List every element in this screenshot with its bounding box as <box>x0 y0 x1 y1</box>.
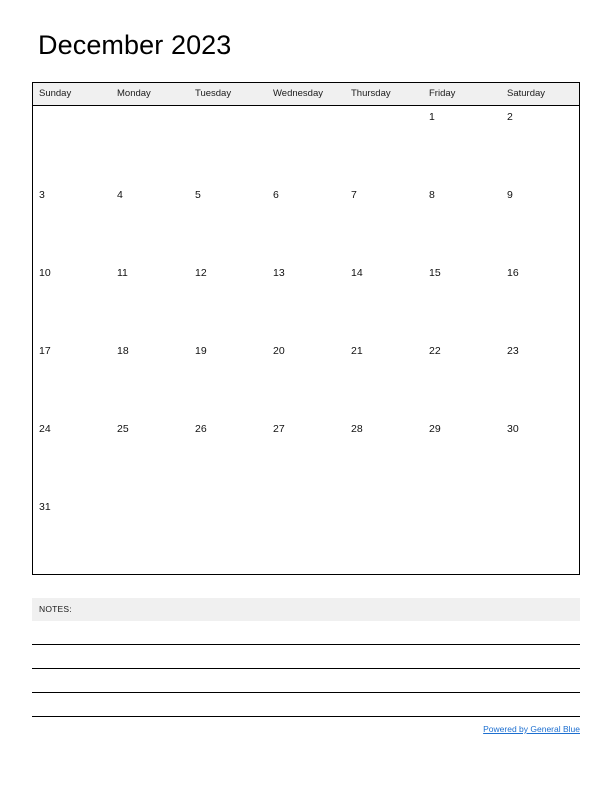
day-cell[interactable]: 4 <box>111 184 189 262</box>
day-cell[interactable] <box>501 496 579 574</box>
calendar-page: December 2023 Sunday Monday Tuesday Wedn… <box>0 0 612 792</box>
notes-lines <box>32 621 580 717</box>
day-cell[interactable] <box>33 106 111 184</box>
powered-by-link[interactable]: Powered by General Blue <box>483 724 580 734</box>
week-row: 3 4 5 6 7 8 9 <box>33 184 579 262</box>
week-row: 24 25 26 27 28 29 30 <box>33 418 579 496</box>
day-cell[interactable] <box>267 496 345 574</box>
day-cell[interactable]: 10 <box>33 262 111 340</box>
day-cell[interactable]: 14 <box>345 262 423 340</box>
day-cell[interactable]: 25 <box>111 418 189 496</box>
week-row: 17 18 19 20 21 22 23 <box>33 340 579 418</box>
day-cell[interactable]: 30 <box>501 418 579 496</box>
day-cell[interactable]: 17 <box>33 340 111 418</box>
weekday-header-sunday: Sunday <box>39 88 72 99</box>
day-cell[interactable]: 16 <box>501 262 579 340</box>
notes-line[interactable] <box>32 621 580 645</box>
weekday-header-wednesday: Wednesday <box>273 88 323 99</box>
weekday-header-thursday: Thursday <box>351 88 391 99</box>
day-cell[interactable]: 18 <box>111 340 189 418</box>
weekday-header-friday: Friday <box>429 88 456 99</box>
week-row: 1 2 <box>33 106 579 184</box>
day-cell[interactable]: 2 <box>501 106 579 184</box>
day-cell[interactable]: 22 <box>423 340 501 418</box>
notes-header-bar: NOTES: <box>32 598 580 621</box>
day-cell[interactable] <box>345 106 423 184</box>
weekday-header-monday: Monday <box>117 88 151 99</box>
day-cell[interactable]: 26 <box>189 418 267 496</box>
day-cell[interactable] <box>111 106 189 184</box>
day-cell[interactable] <box>111 496 189 574</box>
day-cell[interactable]: 7 <box>345 184 423 262</box>
day-cell[interactable]: 1 <box>423 106 501 184</box>
notes-line[interactable] <box>32 645 580 669</box>
day-cell[interactable]: 3 <box>33 184 111 262</box>
page-title: December 2023 <box>38 30 232 60</box>
weekday-header-tuesday: Tuesday <box>195 88 232 99</box>
week-row: 10 11 12 13 14 15 16 <box>33 262 579 340</box>
day-cell[interactable] <box>189 106 267 184</box>
day-cell[interactable]: 13 <box>267 262 345 340</box>
day-cell[interactable] <box>423 496 501 574</box>
day-cell[interactable]: 27 <box>267 418 345 496</box>
day-cell[interactable] <box>345 496 423 574</box>
day-cell[interactable]: 12 <box>189 262 267 340</box>
day-cell[interactable]: 19 <box>189 340 267 418</box>
day-cell[interactable] <box>189 496 267 574</box>
day-cell[interactable]: 21 <box>345 340 423 418</box>
week-row: 31 <box>33 496 579 574</box>
day-cell[interactable]: 20 <box>267 340 345 418</box>
day-cell[interactable]: 23 <box>501 340 579 418</box>
footer: Powered by General Blue <box>32 719 580 737</box>
day-cell[interactable]: 31 <box>33 496 111 574</box>
day-cell[interactable]: 5 <box>189 184 267 262</box>
notes-label: NOTES: <box>39 604 72 614</box>
notes-line[interactable] <box>32 669 580 693</box>
weekday-header-row: Sunday Monday Tuesday Wednesday Thursday… <box>33 83 579 106</box>
day-cell[interactable]: 8 <box>423 184 501 262</box>
day-cell[interactable]: 28 <box>345 418 423 496</box>
day-cell[interactable] <box>267 106 345 184</box>
weekday-header-saturday: Saturday <box>507 88 546 99</box>
day-cell[interactable]: 15 <box>423 262 501 340</box>
notes-line[interactable] <box>32 693 580 717</box>
day-cell[interactable]: 9 <box>501 184 579 262</box>
day-cell[interactable]: 6 <box>267 184 345 262</box>
day-cell[interactable]: 24 <box>33 418 111 496</box>
calendar-grid: Sunday Monday Tuesday Wednesday Thursday… <box>32 82 580 575</box>
day-cell[interactable]: 29 <box>423 418 501 496</box>
day-cell[interactable]: 11 <box>111 262 189 340</box>
